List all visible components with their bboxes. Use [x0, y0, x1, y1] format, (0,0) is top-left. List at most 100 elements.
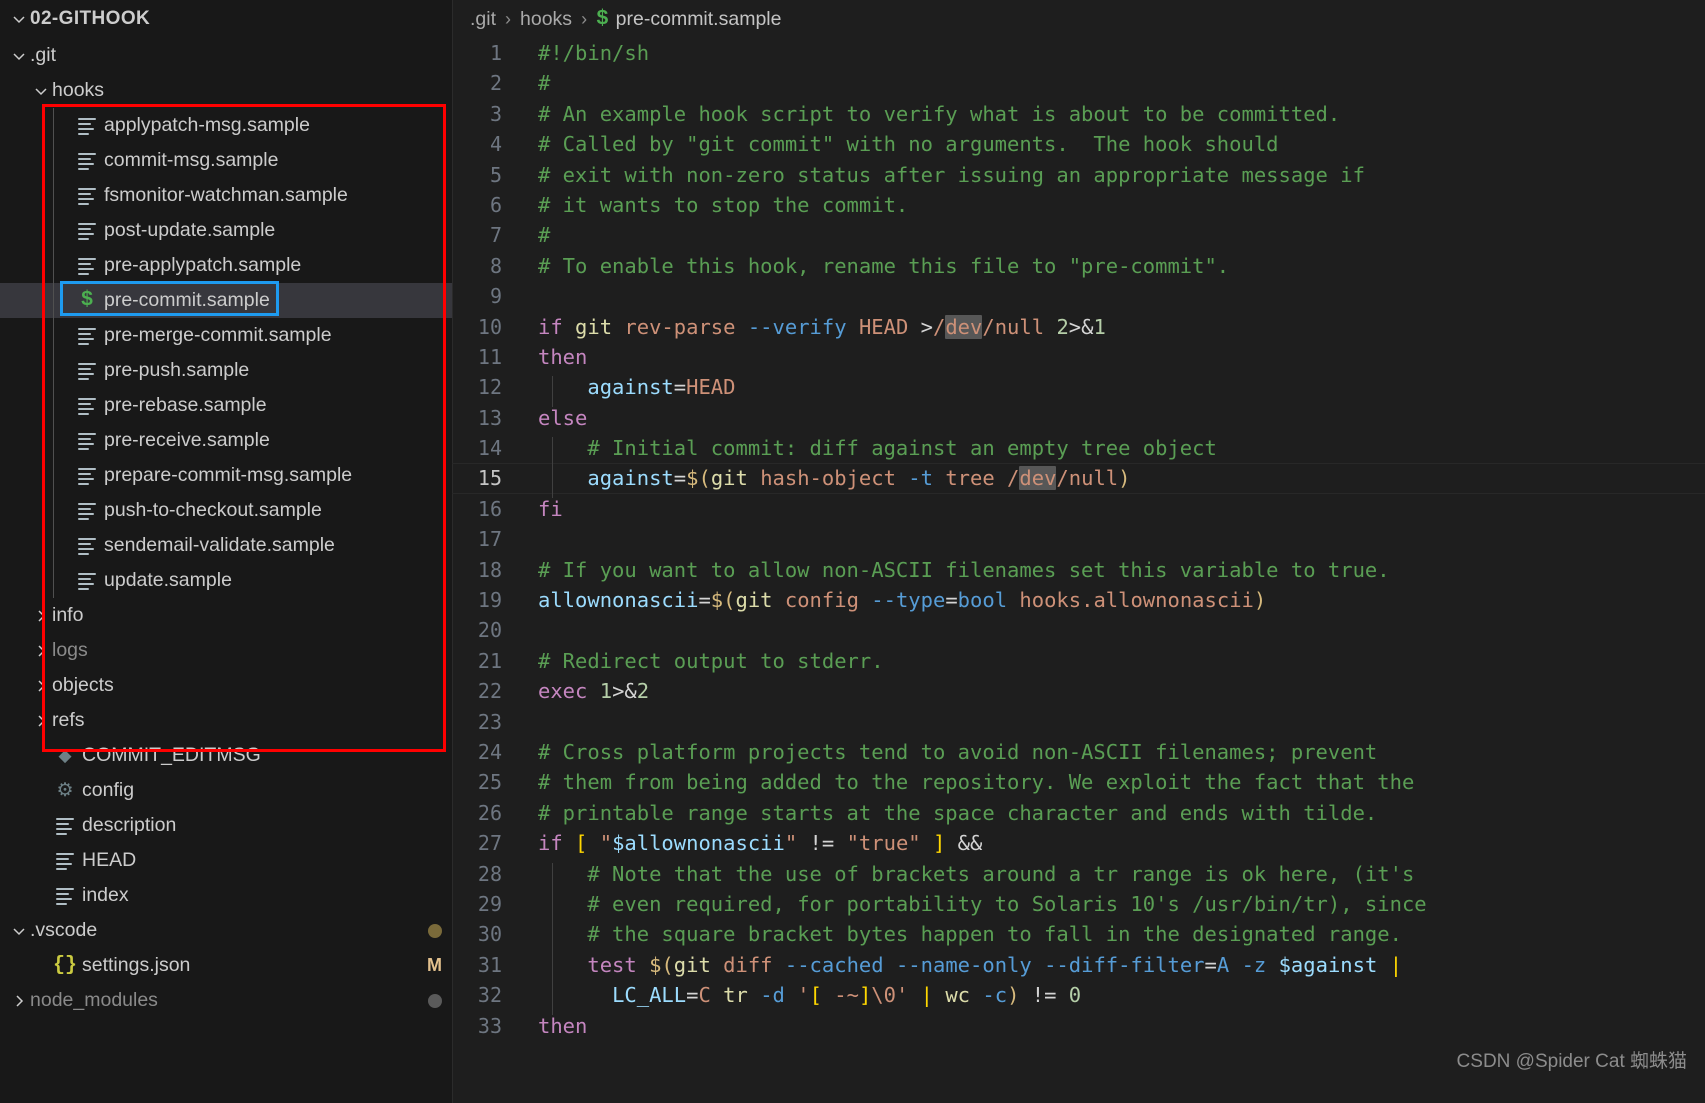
chevron-down-icon[interactable] [8, 923, 30, 939]
file-lines-icon [78, 433, 96, 449]
code-line[interactable]: 5# exit with non-zero status after issui… [452, 160, 1705, 190]
code-line[interactable]: 33then [452, 1011, 1705, 1041]
file-tree[interactable]: 02-GITHOOK .git hooksapplypatch-msg.sample… [0, 0, 452, 1018]
code-line[interactable]: 10if git rev-parse --verify HEAD >/dev/n… [452, 312, 1705, 342]
tree-item-label: objects [52, 674, 114, 697]
tree-item-commit-msg-sample[interactable]: commit-msg.sample [0, 143, 452, 178]
tree-item-pre-push-sample[interactable]: pre-push.sample [0, 353, 452, 388]
file-lines-icon [78, 223, 96, 239]
tree-item-sendemail-validate-sample[interactable]: sendemail-validate.sample [0, 528, 452, 563]
tree-item-vscode[interactable]: .vscode [0, 913, 452, 948]
tree-item-objects[interactable]: objects [0, 668, 452, 703]
line-number: 22 [452, 676, 524, 706]
code-line[interactable]: 19allownonascii=$(git config --type=bool… [452, 585, 1705, 615]
tree-item-git[interactable]: .git [0, 38, 452, 73]
chevron-right-icon[interactable] [30, 608, 52, 624]
file-explorer-sidebar[interactable]: 02-GITHOOK .git hooksapplypatch-msg.sample… [0, 0, 452, 1103]
tree-item-node-modules[interactable]: node_modules [0, 983, 452, 1018]
chevron-down-icon[interactable] [8, 48, 30, 64]
tree-item-hooks[interactable]: hooks [0, 73, 452, 108]
code-editor-pane[interactable]: .git › hooks › $ pre-commit.sample 1#!/b… [452, 0, 1705, 1103]
line-text: fi [524, 494, 1705, 524]
tree-item-applypatch-msg-sample[interactable]: applypatch-msg.sample [0, 108, 452, 143]
code-line[interactable]: 25# them from being added to the reposit… [452, 767, 1705, 797]
code-line[interactable]: 29 # even required, for portability to S… [452, 889, 1705, 919]
code-line[interactable]: 20 [452, 615, 1705, 645]
tree-item-pre-receive-sample[interactable]: pre-receive.sample [0, 423, 452, 458]
file-lines-icon [78, 153, 96, 169]
tree-item-refs[interactable]: refs [0, 703, 452, 738]
line-number: 8 [452, 251, 524, 281]
line-text: # Initial commit: diff against an empty … [524, 433, 1705, 463]
tree-item-config[interactable]: ⚙config [0, 773, 452, 808]
code-line[interactable]: 1#!/bin/sh [452, 38, 1705, 68]
tree-item-prepare-commit-msg-sample[interactable]: prepare-commit-msg.sample [0, 458, 452, 493]
code-line[interactable]: 24# Cross platform projects tend to avoi… [452, 737, 1705, 767]
line-text: # the square bracket bytes happen to fal… [524, 919, 1705, 949]
code-line[interactable]: 23 [452, 707, 1705, 737]
code-line[interactable]: 31 test $(git diff --cached --name-only … [452, 950, 1705, 980]
tree-item-label: sendemail-validate.sample [104, 534, 335, 557]
tree-item-label: .git [30, 44, 56, 67]
code-line[interactable]: 30 # the square bracket bytes happen to … [452, 919, 1705, 949]
code-line[interactable]: 17 [452, 524, 1705, 554]
tree-item-head[interactable]: HEAD [0, 843, 452, 878]
code-line[interactable]: 16fi [452, 494, 1705, 524]
tree-item-push-to-checkout-sample[interactable]: push-to-checkout.sample [0, 493, 452, 528]
tree-item-update-sample[interactable]: update.sample [0, 563, 452, 598]
tree-item-commit-editmsg[interactable]: ◆COMMIT_EDITMSG [0, 738, 452, 773]
tree-item-settings-json[interactable]: {}settings.jsonM [0, 948, 452, 983]
tree-item-fsmonitor-watchman-sample[interactable]: fsmonitor-watchman.sample [0, 178, 452, 213]
code-line[interactable]: 11then [452, 342, 1705, 372]
shell-dollar-icon: $ [596, 8, 609, 31]
status-dot-badge [428, 994, 442, 1008]
code-line[interactable]: 13else [452, 403, 1705, 433]
code-line[interactable]: 8# To enable this hook, rename this file… [452, 251, 1705, 281]
tree-item-pre-applypatch-sample[interactable]: pre-applypatch.sample [0, 248, 452, 283]
code-line[interactable]: 32 LC_ALL=C tr -d '[ -~]\0' | wc -c) != … [452, 980, 1705, 1010]
code-line[interactable]: 2# [452, 68, 1705, 98]
code-line[interactable]: 26# printable range starts at the space … [452, 798, 1705, 828]
tree-item-info[interactable]: info [0, 598, 452, 633]
chevron-right-icon[interactable] [30, 643, 52, 659]
code-line[interactable]: 3# An example hook script to verify what… [452, 99, 1705, 129]
line-number: 5 [452, 160, 524, 190]
code-line[interactable]: 27if [ "$allownonascii" != "true" ] && [452, 828, 1705, 858]
tree-item-pre-rebase-sample[interactable]: pre-rebase.sample [0, 388, 452, 423]
breadcrumb-item-file[interactable]: pre-commit.sample [616, 8, 782, 31]
line-text: # Note that the use of brackets around a… [524, 859, 1705, 889]
chevron-down-icon[interactable] [8, 11, 30, 27]
explorer-root-row[interactable]: 02-GITHOOK [0, 0, 452, 38]
code-line[interactable]: 6# it wants to stop the commit. [452, 190, 1705, 220]
breadcrumb-item-git[interactable]: .git [470, 8, 496, 31]
line-number: 27 [452, 828, 524, 858]
code-line[interactable]: 15 against=$(git hash-object -t tree /de… [452, 463, 1705, 493]
code-line[interactable]: 18# If you want to allow non-ASCII filen… [452, 555, 1705, 585]
tree-item-logs[interactable]: logs [0, 633, 452, 668]
chevron-right-icon[interactable] [30, 713, 52, 729]
line-number: 15 [452, 463, 524, 493]
code-line[interactable]: 14 # Initial commit: diff against an emp… [452, 433, 1705, 463]
line-text: # An example hook script to verify what … [524, 99, 1705, 129]
line-text: # To enable this hook, rename this file … [524, 251, 1705, 281]
code-line[interactable]: 12 against=HEAD [452, 372, 1705, 402]
line-text: # [524, 68, 1705, 98]
code-line[interactable]: 9 [452, 281, 1705, 311]
tree-item-post-update-sample[interactable]: post-update.sample [0, 213, 452, 248]
chevron-right-icon[interactable] [8, 993, 30, 1009]
tree-item-index[interactable]: index [0, 878, 452, 913]
chevron-down-icon[interactable] [30, 83, 52, 99]
tree-item-pre-merge-commit-sample[interactable]: pre-merge-commit.sample [0, 318, 452, 353]
breadcrumb[interactable]: .git › hooks › $ pre-commit.sample [452, 0, 1705, 38]
code-line[interactable]: 28 # Note that the use of brackets aroun… [452, 859, 1705, 889]
tree-item-label: pre-push.sample [104, 359, 249, 382]
code-line[interactable]: 22exec 1>&2 [452, 676, 1705, 706]
tree-item-pre-commit-sample[interactable]: $pre-commit.sample [0, 283, 452, 318]
code-content[interactable]: 1#!/bin/sh2#3# An example hook script to… [452, 38, 1705, 1103]
code-line[interactable]: 7# [452, 220, 1705, 250]
tree-item-description[interactable]: description [0, 808, 452, 843]
chevron-right-icon[interactable] [30, 678, 52, 694]
code-line[interactable]: 21# Redirect output to stderr. [452, 646, 1705, 676]
code-line[interactable]: 4# Called by "git commit" with no argume… [452, 129, 1705, 159]
breadcrumb-item-hooks[interactable]: hooks [520, 8, 572, 31]
